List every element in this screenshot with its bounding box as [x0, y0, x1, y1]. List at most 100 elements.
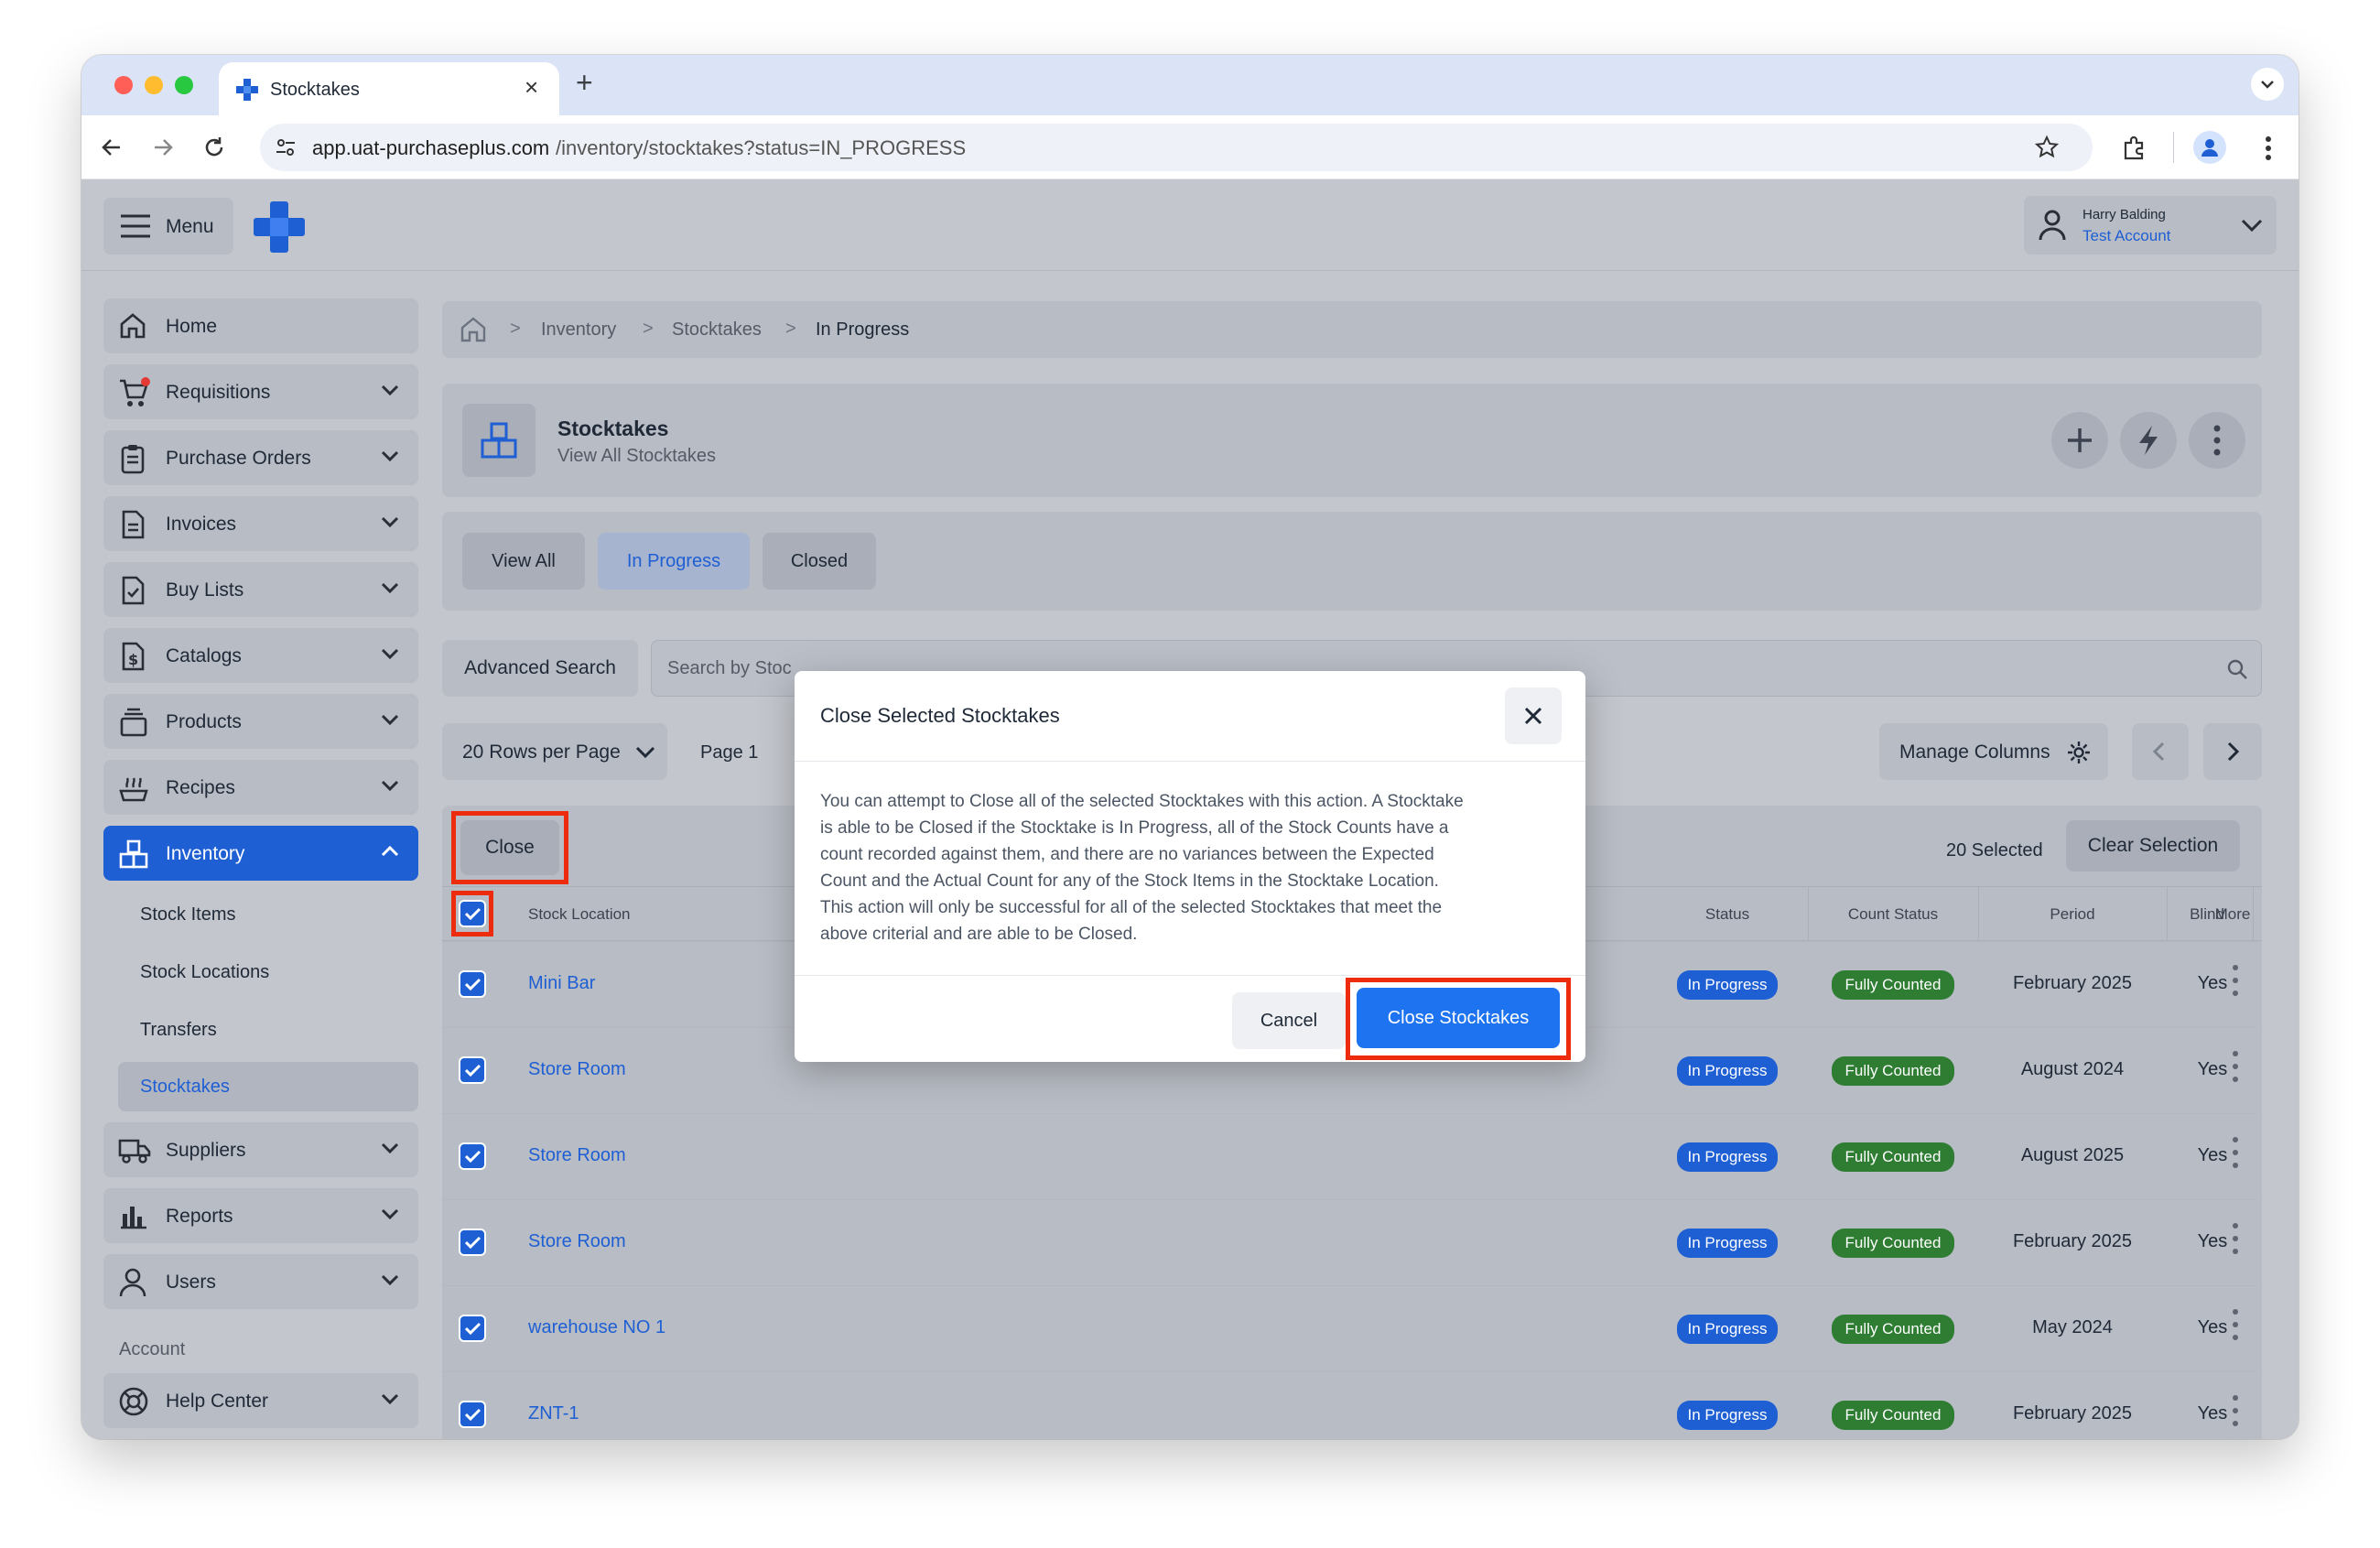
close-stocktakes-button[interactable]: Close Stocktakes [1357, 988, 1560, 1048]
count-status-badge: Fully Counted [1831, 1056, 1955, 1086]
quick-actions-button[interactable] [2120, 412, 2177, 469]
row-checkbox[interactable] [459, 1315, 486, 1342]
sidebar-item-users[interactable]: Users [103, 1254, 418, 1309]
row-checkbox[interactable] [459, 1401, 486, 1428]
stock-location-link[interactable]: Store Room [528, 1059, 626, 1080]
zoom-window-dot[interactable] [175, 76, 193, 94]
sidebar-item-requisitions[interactable]: Requisitions [103, 364, 418, 419]
stock-location-link[interactable]: Mini Bar [528, 973, 595, 994]
bookmark-star-icon[interactable] [2034, 135, 2060, 160]
tab-in-progress[interactable]: In Progress [598, 533, 750, 590]
sidebar-item-recipes[interactable]: Recipes [103, 760, 418, 815]
new-tab-icon[interactable]: + [576, 66, 593, 100]
minimize-window-dot[interactable] [145, 76, 163, 94]
forward-icon[interactable] [151, 135, 175, 159]
browser-menu-icon[interactable] [2265, 135, 2272, 161]
tab-search-button[interactable] [2251, 68, 2284, 101]
clear-selection-button[interactable]: Clear Selection [2066, 820, 2240, 871]
header-count-status[interactable]: Count Status [1808, 905, 1978, 924]
sidebar-item-catalogs[interactable]: $ Catalogs [103, 628, 418, 683]
stock-location-link[interactable]: ZNT-1 [528, 1403, 579, 1424]
search-icon[interactable] [2226, 658, 2248, 680]
sidebar-item-buy-lists[interactable]: Buy Lists [103, 562, 418, 617]
close-tab-icon[interactable]: × [525, 73, 538, 102]
close-button[interactable]: Close [460, 820, 559, 875]
manage-columns-button[interactable]: Manage Columns [1879, 723, 2108, 780]
profile-avatar[interactable] [2193, 131, 2226, 164]
tab-title: Stocktakes [270, 80, 360, 100]
tab-view-all[interactable]: View All [462, 533, 585, 590]
row-more-icon[interactable] [2228, 1309, 2243, 1349]
user-account-button[interactable]: Harry Balding Test Account [2024, 196, 2277, 254]
header-status[interactable]: Status [1647, 905, 1808, 924]
row-more-icon[interactable] [2228, 1223, 2243, 1263]
sidebar-item-label: Requisitions [166, 382, 271, 403]
cancel-button[interactable]: Cancel [1232, 992, 1346, 1049]
sidebar-item-label: Invoices [166, 514, 237, 535]
modal-close-button[interactable] [1505, 687, 1562, 744]
stock-location-link[interactable]: Store Room [528, 1145, 626, 1166]
sidebar-subitem-transfers[interactable]: Transfers [140, 1020, 217, 1041]
sidebar-item-products[interactable]: Products [103, 694, 418, 749]
sidebar-item-invoices[interactable]: Invoices [103, 496, 418, 551]
table-row[interactable]: warehouse NO 1 In Progress Fully Counted… [442, 1285, 2258, 1371]
breadcrumb-stocktakes[interactable]: Stocktakes [672, 319, 762, 341]
close-window-dot[interactable] [114, 76, 133, 94]
sidebar-subitem-stocktakes[interactable]: Stocktakes [118, 1062, 418, 1111]
menu-button[interactable]: Menu [103, 198, 233, 254]
box-stack-icon [120, 708, 147, 737]
sidebar-item-home[interactable]: Home [103, 298, 418, 353]
url-field[interactable]: app.uat-purchaseplus.com /inventory/stoc… [260, 124, 2093, 171]
sidebar-item-help-center[interactable]: Help Center [103, 1373, 418, 1428]
sidebar-subitem-stock-items[interactable]: Stock Items [140, 904, 235, 926]
chevron-down-icon [381, 1208, 399, 1220]
chevron-down-icon [381, 1274, 399, 1286]
row-more-icon[interactable] [2228, 1137, 2243, 1177]
previous-page-button[interactable] [2132, 723, 2189, 780]
sidebar-item-label: Purchase Orders [166, 448, 311, 469]
row-more-icon[interactable] [2228, 1051, 2243, 1091]
stock-location-link[interactable]: Store Room [528, 1231, 626, 1252]
advanced-search-button[interactable]: Advanced Search [442, 640, 638, 697]
add-stocktake-button[interactable] [2051, 412, 2108, 469]
table-row[interactable]: Store Room In Progress Fully Counted Aug… [442, 1113, 2258, 1199]
table-row[interactable]: ZNT-1 In Progress Fully Counted February… [442, 1371, 2258, 1439]
row-checkbox[interactable] [459, 1056, 486, 1084]
breadcrumb-inventory[interactable]: Inventory [541, 319, 616, 341]
breadcrumb: > Inventory > Stocktakes > In Progress [442, 301, 2262, 358]
header-period[interactable]: Period [1978, 905, 2167, 924]
sidebar-subitem-stock-locations[interactable]: Stock Locations [140, 962, 269, 983]
sidebar-item-inventory[interactable]: Inventory [103, 826, 418, 881]
rows-per-page-select[interactable]: 20 Rows per Page [442, 723, 667, 780]
browser-tab[interactable]: Stocktakes × [219, 62, 559, 115]
count-status-badge: Fully Counted [1831, 1142, 1955, 1172]
row-checkbox[interactable] [459, 970, 486, 998]
chevron-down-icon [381, 1393, 399, 1405]
select-all-checkbox[interactable] [459, 900, 486, 927]
site-settings-icon[interactable] [275, 136, 297, 158]
home-icon[interactable] [459, 315, 488, 344]
row-checkbox[interactable] [459, 1142, 486, 1170]
truck-icon [118, 1139, 151, 1164]
sidebar-item-reports[interactable]: Reports [103, 1188, 418, 1243]
bar-chart-icon [121, 1207, 146, 1229]
next-page-button[interactable] [2203, 723, 2262, 780]
extensions-icon[interactable] [2121, 135, 2147, 161]
back-icon[interactable] [100, 135, 124, 159]
header-stock-location[interactable]: Stock Location [528, 905, 631, 924]
row-more-icon[interactable] [2228, 965, 2243, 1005]
tab-strip: Stocktakes × + [81, 55, 2299, 115]
more-options-button[interactable] [2189, 412, 2245, 469]
stock-location-link[interactable]: warehouse NO 1 [528, 1317, 665, 1338]
tab-label: View All [492, 550, 556, 571]
sidebar-item-purchase-orders[interactable]: Purchase Orders [103, 430, 418, 485]
tab-closed[interactable]: Closed [763, 533, 876, 590]
app-logo-icon[interactable] [252, 200, 307, 254]
sidebar-item-suppliers[interactable]: Suppliers [103, 1122, 418, 1177]
row-more-icon[interactable] [2228, 1395, 2243, 1435]
reload-icon[interactable] [202, 135, 226, 159]
user-icon [119, 1268, 146, 1297]
user-name: Harry Balding [2082, 207, 2166, 222]
row-checkbox[interactable] [459, 1229, 486, 1256]
table-row[interactable]: Store Room In Progress Fully Counted Feb… [442, 1199, 2258, 1285]
